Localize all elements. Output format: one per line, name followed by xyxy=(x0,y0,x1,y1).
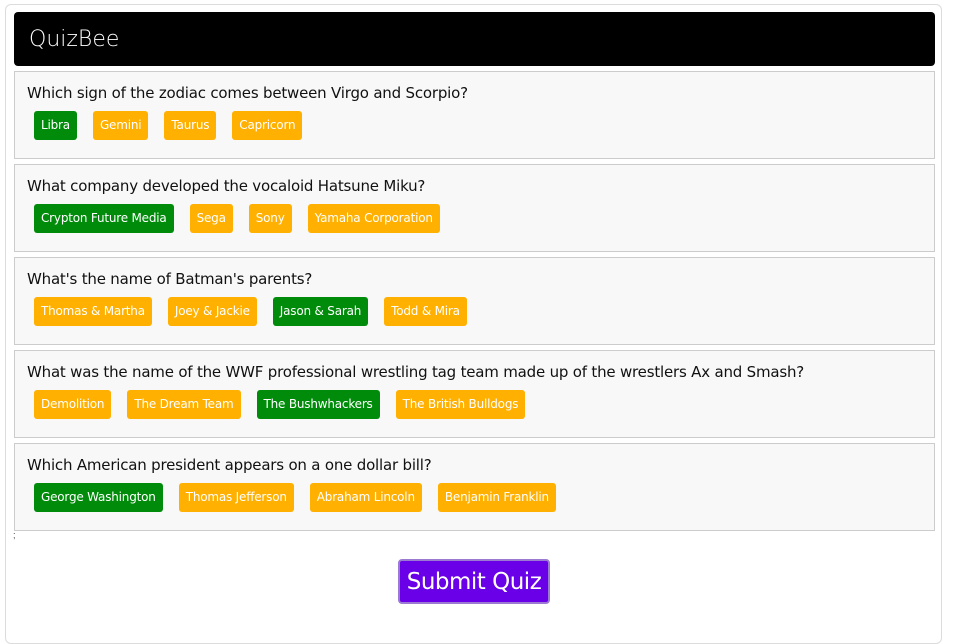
answer-button[interactable]: Yamaha Corporation xyxy=(307,204,440,233)
question-text: What company developed the vocaloid Hats… xyxy=(27,177,426,195)
question-text: Which American president appears on a on… xyxy=(27,456,432,474)
question-text: Which sign of the zodiac comes between V… xyxy=(27,84,468,102)
answer-button[interactable]: Demolition xyxy=(34,390,112,419)
answer-button[interactable]: George Washington xyxy=(34,483,163,512)
answer-group: Demolition The Dream Team The Bushwhackers… xyxy=(34,390,526,419)
quiz-app: QuizBee Which sign of the zodiac comes b… xyxy=(5,4,942,644)
answer-button[interactable]: Abraham Lincoln xyxy=(309,483,422,512)
answer-button[interactable]: Capricorn xyxy=(232,111,303,140)
answer-button[interactable]: Thomas & Martha xyxy=(34,297,152,326)
app-header: QuizBee xyxy=(14,12,935,66)
answer-button[interactable]: Taurus xyxy=(164,111,217,140)
answer-button[interactable]: Crypton Future Media xyxy=(34,204,174,233)
question-card: Which sign of the zodiac comes between V… xyxy=(14,71,935,159)
answer-button[interactable]: Joey & Jackie xyxy=(167,297,257,326)
submit-quiz-button[interactable]: Submit Quiz xyxy=(398,559,550,604)
answer-group: George Washington Thomas Jefferson Abraham… xyxy=(34,483,556,512)
answer-button[interactable]: Todd & Mira xyxy=(384,297,467,326)
answer-button[interactable]: Gemini xyxy=(92,111,149,140)
question-card: Which American president appears on a on… xyxy=(14,443,935,531)
answer-button[interactable]: Benjamin Franklin xyxy=(437,483,556,512)
question-text: What's the name of Batman's parents? xyxy=(27,270,313,288)
question-card: What company developed the vocaloid Hats… xyxy=(14,164,935,252)
answer-button[interactable]: Thomas Jefferson xyxy=(178,483,294,512)
app-title: QuizBee xyxy=(29,27,120,52)
answer-group: Thomas & Martha Joey & Jackie Jason & Sara… xyxy=(34,297,467,326)
stray-semicolon: ; xyxy=(13,530,16,540)
answer-button[interactable]: The Dream Team xyxy=(127,390,241,419)
answer-button[interactable]: The Bushwhackers xyxy=(256,390,380,419)
answer-button[interactable]: The British Bulldogs xyxy=(395,390,526,419)
question-text: What was the name of the WWF professiona… xyxy=(27,363,805,381)
answer-button[interactable]: Libra xyxy=(34,111,77,140)
answer-button[interactable]: Jason & Sarah xyxy=(272,297,369,326)
question-list: Which sign of the zodiac comes between V… xyxy=(14,71,935,536)
answer-button[interactable]: Sony xyxy=(248,204,292,233)
question-card: What was the name of the WWF professiona… xyxy=(14,350,935,438)
answer-group: Crypton Future Media Sega Sony Yamaha Corpo… xyxy=(34,204,440,233)
answer-group: Libra Gemini Taurus Capricorn xyxy=(34,111,303,140)
question-card: What's the name of Batman's parents? Thom… xyxy=(14,257,935,345)
answer-button[interactable]: Sega xyxy=(189,204,233,233)
